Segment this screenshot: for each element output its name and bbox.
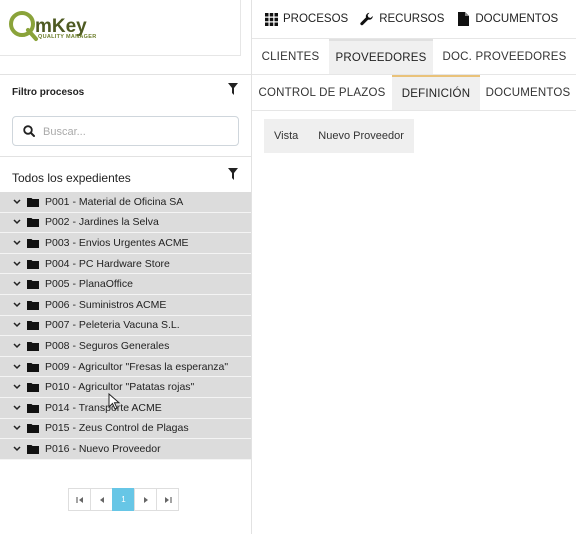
tree-item[interactable]: P004 - PC Hardware Store [0, 253, 251, 275]
tree-item-label: P005 - PlanaOffice [45, 278, 133, 291]
tab-definicion[interactable]: DEFINICIÓN [392, 75, 480, 111]
tree-item-label: P004 - PC Hardware Store [45, 257, 170, 270]
folder-icon [27, 300, 39, 310]
tree-item[interactable]: P001 - Material de Oficina SA [0, 192, 251, 213]
folder-icon [27, 362, 39, 372]
folder-icon [27, 320, 39, 331]
filter-funnel-icon[interactable] [228, 83, 238, 95]
qmkey-logo[interactable]: mKey QUALITY MANAGER [8, 6, 118, 46]
tree-item-label: P006 - Suministros ACME [45, 298, 167, 311]
all-records-header: Todos los expedientes [0, 156, 251, 192]
chevron-down-icon[interactable] [13, 199, 21, 205]
chevron-down-icon[interactable] [13, 405, 21, 411]
tree-item[interactable]: P005 - PlanaOffice [0, 274, 251, 295]
folder-icon [27, 238, 39, 248]
tree-item[interactable]: P008 - Seguros Generales [0, 336, 251, 357]
left-panel: mKey QUALITY MANAGER Filtro procesos Tod… [0, 0, 252, 534]
tree-item-label: P014 - Transporte ACME [45, 401, 162, 414]
pagination: 1 [68, 488, 179, 511]
nav-documentos-label: DOCUMENTOS [475, 13, 559, 25]
folder-icon [27, 382, 39, 393]
folder-icon [27, 444, 39, 454]
next-page-button[interactable] [134, 488, 157, 511]
mouse-cursor-icon [108, 392, 122, 411]
tree-item-label: P008 - Seguros Generales [45, 339, 170, 352]
folder-icon [27, 341, 39, 351]
logo-tagline: QUALITY MANAGER [38, 34, 97, 40]
document-icon [456, 12, 470, 26]
tree-item-label: P007 - Peleteria Vacuna S.L. [45, 319, 180, 332]
entity-tabs: CLIENTES PROVEEDORES DOC. PROVEEDORES [252, 38, 576, 75]
tree-item[interactable]: P016 - Nuevo Proveedor [0, 439, 251, 460]
nav-recursos-label: RECURSOS [379, 13, 445, 25]
current-page[interactable]: 1 [112, 488, 135, 511]
folder-icon [27, 403, 39, 413]
folder-icon [27, 423, 39, 434]
chevron-down-icon[interactable] [13, 384, 21, 390]
records-filter-funnel-icon[interactable] [228, 168, 238, 180]
all-records-title: Todos los expedientes [12, 171, 131, 185]
tab-clientes[interactable]: CLIENTES [252, 39, 329, 75]
search-input[interactable] [43, 123, 233, 141]
tab-doc-proveedores[interactable]: DOC. PROVEEDORES [433, 39, 576, 75]
subtab-nuevo-proveedor[interactable]: Nuevo Proveedor [308, 130, 414, 142]
tab-control-de-plazos[interactable]: CONTROL DE PLAZOS [252, 75, 392, 111]
search-icon [23, 125, 35, 137]
last-page-button[interactable] [156, 488, 179, 511]
subtab-vista[interactable]: Vista [264, 130, 308, 142]
tree-item-label: P016 - Nuevo Proveedor [45, 442, 161, 455]
tree-item[interactable]: P015 - Zeus Control de Plagas [0, 418, 251, 440]
chevron-down-icon[interactable] [13, 343, 21, 349]
chevron-down-icon[interactable] [13, 446, 21, 452]
process-filter-header: Filtro procesos [0, 74, 251, 104]
tree-item-label: P015 - Zeus Control de Plagas [45, 422, 189, 435]
tree-item-label: P003 - Envios Urgentes ACME [45, 236, 189, 249]
chevron-down-icon[interactable] [13, 425, 21, 431]
folder-icon [27, 279, 39, 290]
tree-item-label: P010 - Agricultor "Patatas rojas" [45, 381, 195, 394]
chevron-down-icon[interactable] [13, 240, 21, 246]
view-subtabs: Vista Nuevo Proveedor [264, 119, 414, 153]
grid-icon [264, 12, 278, 26]
chevron-down-icon[interactable] [13, 322, 21, 328]
folder-icon [27, 259, 39, 269]
tree-item-label: P001 - Material de Oficina SA [45, 195, 184, 208]
chevron-down-icon[interactable] [13, 281, 21, 287]
nav-documentos[interactable]: DOCUMENTOS [456, 0, 558, 38]
nav-procesos-label: PROCESOS [283, 13, 349, 25]
tree-item[interactable]: P006 - Suministros ACME [0, 294, 251, 316]
section-tabs: CONTROL DE PLAZOS DEFINICIÓN DOCUMENTOS [252, 74, 576, 111]
tree-item[interactable]: P003 - Envios Urgentes ACME [0, 233, 251, 254]
chevron-down-icon[interactable] [13, 302, 21, 308]
top-navigation: PROCESOS RECURSOS DOCUMENTOS [252, 0, 576, 38]
chevron-down-icon[interactable] [13, 261, 21, 267]
tab-documentos[interactable]: DOCUMENTOS [480, 75, 576, 111]
folder-icon [27, 217, 39, 228]
first-page-button[interactable] [68, 488, 91, 511]
chevron-down-icon[interactable] [13, 219, 21, 225]
previous-page-button[interactable] [90, 488, 113, 511]
folder-icon [27, 197, 39, 207]
nav-recursos[interactable]: RECURSOS [360, 0, 444, 38]
tree-item-label: P009 - Agricultor "Fresas la esperanza" [45, 360, 229, 373]
records-tree: P001 - Material de Oficina SA P002 - Jar… [0, 192, 251, 460]
search-box [12, 116, 239, 146]
main-content: Vista Nuevo Proveedor [252, 110, 576, 534]
tree-item[interactable]: P007 - Peleteria Vacuna S.L. [0, 315, 251, 337]
wrench-icon [360, 12, 374, 26]
tab-proveedores[interactable]: PROVEEDORES [329, 39, 433, 75]
tree-item[interactable]: P009 - Agricultor "Fresas la esperanza" [0, 356, 251, 378]
chevron-down-icon[interactable] [13, 364, 21, 370]
tree-item[interactable]: P010 - Agricultor "Patatas rojas" [0, 377, 251, 398]
nav-procesos[interactable]: PROCESOS [264, 0, 348, 38]
tree-item[interactable]: P002 - Jardines la Selva [0, 212, 251, 234]
filter-title: Filtro procesos [12, 87, 85, 98]
logo-container: mKey QUALITY MANAGER [0, 0, 241, 56]
tree-item[interactable]: P014 - Transporte ACME [0, 397, 251, 419]
tree-item-label: P002 - Jardines la Selva [45, 216, 159, 229]
